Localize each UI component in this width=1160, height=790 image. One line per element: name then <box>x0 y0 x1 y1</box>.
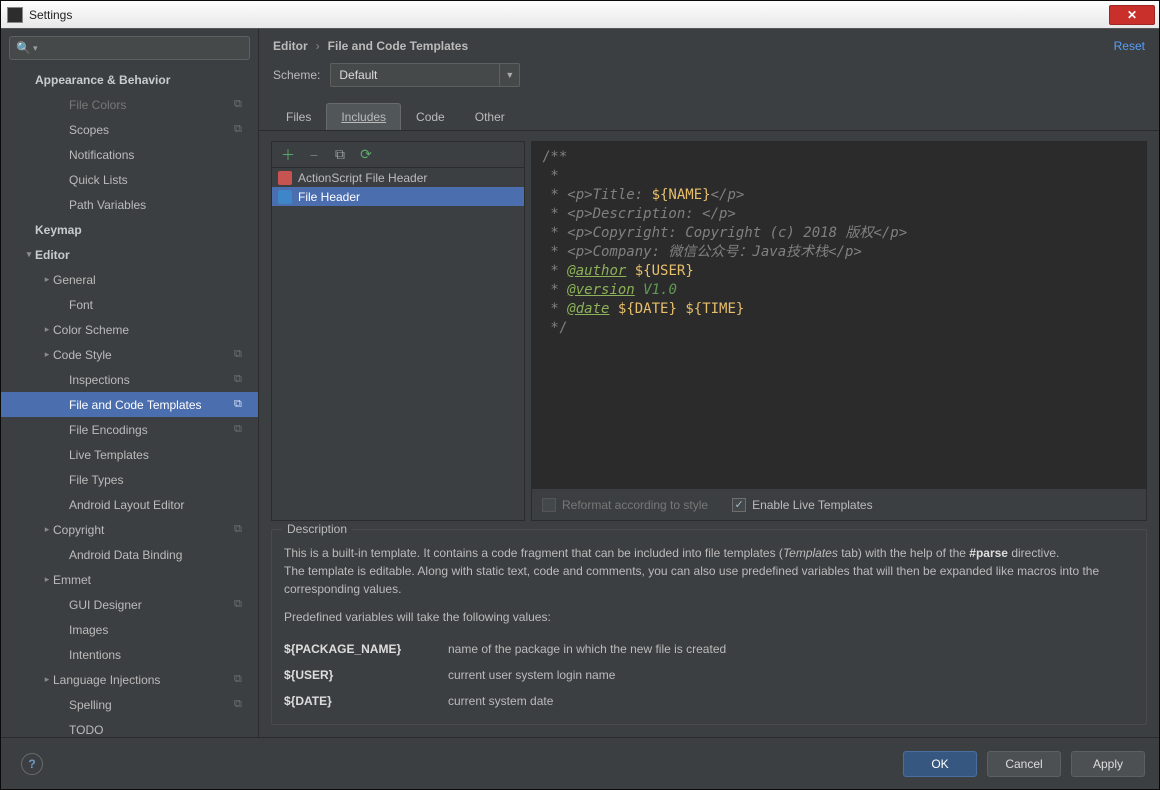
template-list: ActionScript File Header File Header <box>272 168 524 520</box>
table-row: ${USER}current user system login name <box>284 662 1134 688</box>
code-editor[interactable]: /** * * <p>Title: ${NAME}</p> * <p>Descr… <box>532 142 1146 488</box>
tab-other[interactable]: Other <box>460 103 520 130</box>
app-icon <box>7 7 23 23</box>
copy-icon: ⧉ <box>234 423 248 436</box>
chevron-down-icon: ▾ <box>33 43 38 54</box>
sidebar-item-path-variables[interactable]: Path Variables <box>1 192 258 217</box>
sidebar-item-notifications[interactable]: Notifications <box>1 142 258 167</box>
sidebar-item-file-colors[interactable]: File Colors⧉ <box>1 92 258 117</box>
list-item[interactable]: ActionScript File Header <box>272 168 524 187</box>
copy-icon: ⧉ <box>234 373 248 386</box>
remove-button[interactable]: − <box>306 147 322 163</box>
sidebar-item-font[interactable]: Font <box>1 292 258 317</box>
description-body[interactable]: This is a built-in template. It contains… <box>272 530 1146 724</box>
reset-link[interactable]: Reset <box>1114 39 1145 53</box>
description-fieldset: Description This is a built-in template.… <box>271 529 1147 725</box>
sidebar-item-emmet[interactable]: ▸Emmet <box>1 567 258 592</box>
list-item[interactable]: File Header <box>272 187 524 206</box>
copy-icon: ⧉ <box>234 698 248 711</box>
copy-icon: ⧉ <box>234 398 248 411</box>
sidebar-item-gui-designer[interactable]: GUI Designer⧉ <box>1 592 258 617</box>
sidebar-item-language-injections[interactable]: ▸Language Injections⧉ <box>1 667 258 692</box>
copy-icon: ⧉ <box>234 98 248 111</box>
breadcrumb-leaf: File and Code Templates <box>328 39 468 53</box>
sidebar-item-todo[interactable]: TODO <box>1 717 258 737</box>
sidebar-item-code-style[interactable]: ▸Code Style⧉ <box>1 342 258 367</box>
main-panel: Editor › File and Code Templates Reset S… <box>259 29 1159 737</box>
sidebar-item-live-templates[interactable]: Live Templates <box>1 442 258 467</box>
sidebar-item-file-encodings[interactable]: File Encodings⧉ <box>1 417 258 442</box>
scheme-label: Scheme: <box>273 68 320 82</box>
sidebar-item-color-scheme[interactable]: ▸Color Scheme <box>1 317 258 342</box>
enable-live-templates-checkbox[interactable]: ✓ Enable Live Templates <box>732 498 873 512</box>
reformat-checkbox[interactable]: Reformat according to style <box>542 498 708 512</box>
sidebar-item-editor[interactable]: ▾Editor <box>1 242 258 267</box>
tab-files[interactable]: Files <box>271 103 326 130</box>
sidebar-item-android-data-binding[interactable]: Android Data Binding <box>1 542 258 567</box>
file-icon <box>278 190 292 204</box>
add-button[interactable]: ＋ <box>280 147 296 163</box>
description-legend: Description <box>282 522 352 536</box>
scheme-select[interactable]: Default ▼ <box>330 63 520 87</box>
tabs-bar: Files Includes Code Other <box>259 101 1159 131</box>
breadcrumb-row: Editor › File and Code Templates Reset <box>259 29 1159 59</box>
checkbox-icon <box>542 498 556 512</box>
copy-icon: ⧉ <box>234 123 248 136</box>
sidebar-item-copyright[interactable]: ▸Copyright⧉ <box>1 517 258 542</box>
help-button[interactable]: ? <box>21 753 43 775</box>
sidebar-item-keymap[interactable]: Keymap <box>1 217 258 242</box>
button-row: ? OK Cancel Apply <box>1 737 1159 789</box>
file-icon <box>278 171 292 185</box>
copy-icon: ⧉ <box>234 598 248 611</box>
checkbox-icon: ✓ <box>732 498 746 512</box>
sidebar-item-inspections[interactable]: Inspections⧉ <box>1 367 258 392</box>
sidebar-item-appearance-behavior[interactable]: Appearance & Behavior <box>1 67 258 92</box>
copy-icon: ⧉ <box>234 348 248 361</box>
table-row: ${PACKAGE_NAME}name of the package in wh… <box>284 636 1134 662</box>
refresh-button[interactable]: ⟳ <box>358 147 374 163</box>
breadcrumb-root: Editor <box>273 39 308 53</box>
search-icon: 🔍 <box>16 41 31 55</box>
table-row: ${DATE}current system date <box>284 688 1134 714</box>
sidebar-item-file-types[interactable]: File Types <box>1 467 258 492</box>
copy-icon: ⧉ <box>234 523 248 536</box>
apply-button[interactable]: Apply <box>1071 751 1145 777</box>
sidebar-item-intentions[interactable]: Intentions <box>1 642 258 667</box>
chevron-down-icon: ▼ <box>499 64 519 86</box>
copy-icon: ⧉ <box>234 673 248 686</box>
editor-pane: /** * * <p>Title: ${NAME}</p> * <p>Descr… <box>531 141 1147 521</box>
sidebar-item-scopes[interactable]: Scopes⧉ <box>1 117 258 142</box>
settings-tree: Appearance & Behavior File Colors⧉ Scope… <box>1 67 258 737</box>
sidebar-item-android-layout[interactable]: Android Layout Editor <box>1 492 258 517</box>
window-title: Settings <box>29 8 72 22</box>
search-input[interactable]: 🔍 ▾ <box>9 36 250 60</box>
sidebar-item-file-code-templates[interactable]: File and Code Templates⧉ <box>1 392 258 417</box>
variables-table: ${PACKAGE_NAME}name of the package in wh… <box>284 636 1134 714</box>
sidebar-item-images[interactable]: Images <box>1 617 258 642</box>
tab-code[interactable]: Code <box>401 103 460 130</box>
template-list-pane: ＋ − ⧉ ⟳ ActionScript File Header File He… <box>271 141 525 521</box>
ok-button[interactable]: OK <box>903 751 977 777</box>
copy-button[interactable]: ⧉ <box>332 147 348 163</box>
titlebar: Settings ✕ <box>1 1 1159 29</box>
settings-sidebar: 🔍 ▾ Appearance & Behavior File Colors⧉ S… <box>1 29 259 737</box>
sidebar-item-spelling[interactable]: Spelling⧉ <box>1 692 258 717</box>
options-row: Reformat according to style ✓ Enable Liv… <box>532 488 1146 520</box>
close-button[interactable]: ✕ <box>1109 5 1155 25</box>
sidebar-item-general[interactable]: ▸General <box>1 267 258 292</box>
scheme-value: Default <box>339 68 377 82</box>
tab-includes[interactable]: Includes <box>326 103 401 130</box>
list-toolbar: ＋ − ⧉ ⟳ <box>272 142 524 168</box>
sidebar-item-quick-lists[interactable]: Quick Lists <box>1 167 258 192</box>
cancel-button[interactable]: Cancel <box>987 751 1061 777</box>
chevron-right-icon: › <box>316 39 320 53</box>
